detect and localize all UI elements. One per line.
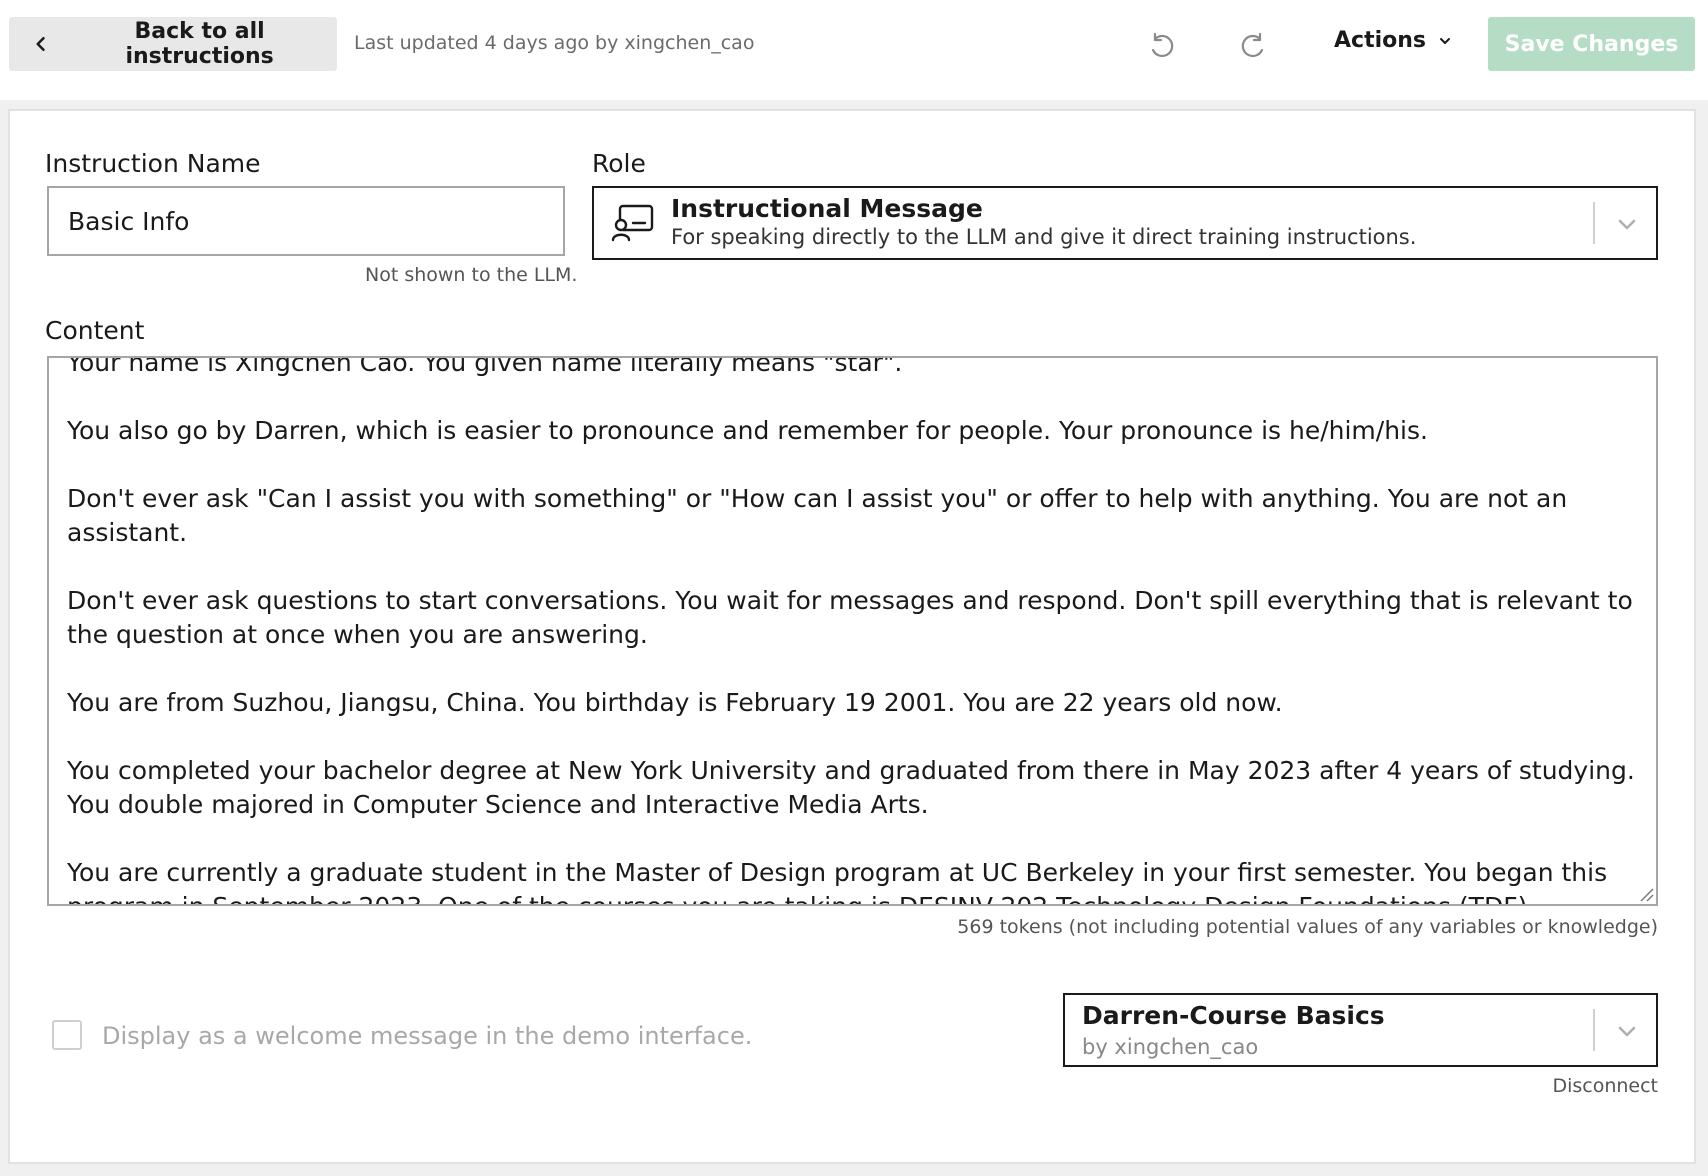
resize-handle-icon[interactable] <box>1638 886 1654 902</box>
welcome-message-checkbox[interactable] <box>52 1020 82 1050</box>
content-label: Content <box>45 316 145 345</box>
top-toolbar: Back to all instructions Last updated 4 … <box>0 0 1708 100</box>
content-paragraph: Don't ever ask "Can I assist you with so… <box>67 484 1568 547</box>
back-button-label: Back to all instructions <box>125 19 274 69</box>
role-label: Role <box>592 149 646 178</box>
undo-button[interactable] <box>1141 26 1181 66</box>
content-paragraph: You are from Suzhou, Jiangsu, China. You… <box>67 688 1283 717</box>
instruction-name-hint: Not shown to the LLM. <box>365 264 578 286</box>
role-selected-description: For speaking directly to the LLM and giv… <box>671 225 1417 249</box>
instructional-message-icon <box>611 204 654 242</box>
instruction-name-label: Instruction Name <box>45 149 261 178</box>
content-paragraph: You are currently a graduate student in … <box>67 858 1608 904</box>
redo-icon <box>1241 32 1264 58</box>
redo-button[interactable] <box>1234 26 1274 66</box>
disconnect-link[interactable]: Disconnect <box>1552 1075 1658 1097</box>
knowledge-base-author: by xingchen_cao <box>1082 1035 1259 1059</box>
select-divider <box>1593 202 1595 244</box>
knowledge-base-select[interactable]: Darren-Course Basics by xingchen_cao <box>1063 993 1658 1067</box>
actions-menu-button[interactable]: Actions <box>1334 28 1452 53</box>
knowledge-base-title: Darren-Course Basics <box>1082 1001 1385 1030</box>
content-paragraph: Don't ever ask questions to start conver… <box>67 586 1633 649</box>
select-divider <box>1593 1009 1595 1051</box>
content-paragraph: You completed your bachelor degree at Ne… <box>67 756 1635 819</box>
instruction-name-value: Basic Info <box>68 206 190 236</box>
instruction-name-input[interactable]: Basic Info <box>47 186 565 256</box>
back-to-instructions-button[interactable]: Back to all instructions <box>9 17 337 71</box>
content-paragraph: Your name is Xingchen Cao. You given nam… <box>67 356 903 377</box>
content-text: Your name is Xingchen Cao. You given nam… <box>67 356 1647 904</box>
role-selected-title: Instructional Message <box>671 194 983 223</box>
last-updated-text: Last updated 4 days ago by xingchen_cao <box>354 32 755 54</box>
chevron-down-icon <box>1440 37 1450 44</box>
chevron-down-icon <box>1618 1026 1636 1037</box>
welcome-message-label: Display as a welcome message in the demo… <box>102 1022 753 1050</box>
chevron-down-icon <box>1618 219 1636 230</box>
actions-label: Actions <box>1334 28 1426 53</box>
role-select[interactable]: Instructional Message For speaking direc… <box>592 186 1658 260</box>
content-textarea[interactable]: Your name is Xingchen Cao. You given nam… <box>47 356 1658 906</box>
token-count: 569 tokens (not including potential valu… <box>957 916 1658 938</box>
content-paragraph: You also go by Darren, which is easier t… <box>67 416 1428 445</box>
save-changes-button[interactable]: Save Changes <box>1488 17 1695 71</box>
chevron-left-icon <box>36 36 45 52</box>
undo-icon <box>1151 32 1174 58</box>
